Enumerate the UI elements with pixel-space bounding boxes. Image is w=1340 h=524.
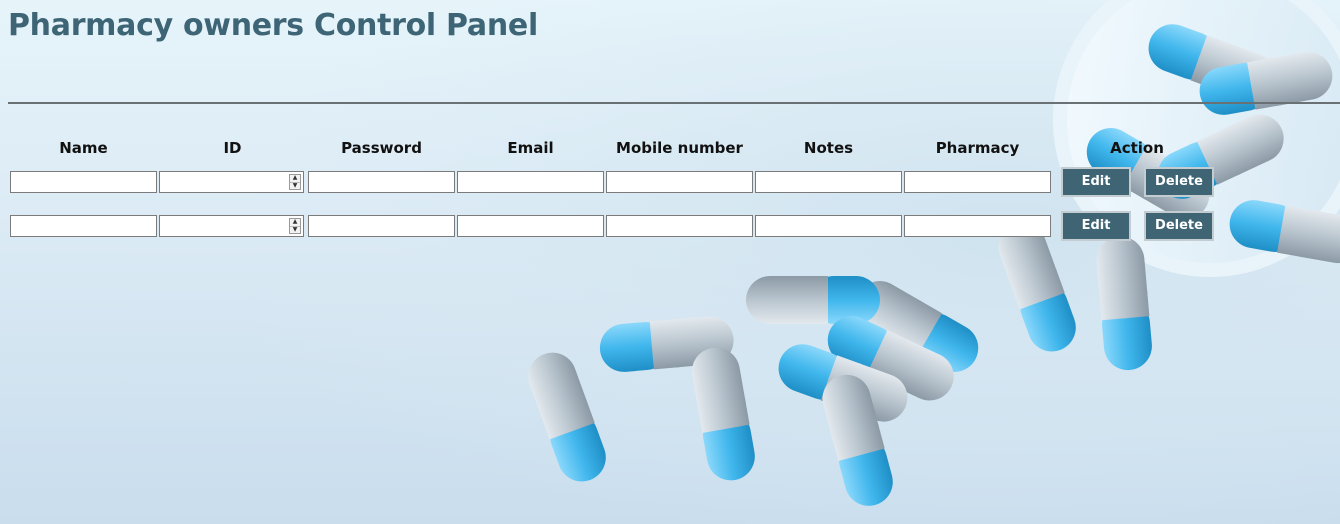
column-header-id: ID	[223, 139, 242, 157]
column-header-pharmacy: Pharmacy	[935, 139, 1020, 157]
notes-input[interactable]	[755, 215, 902, 237]
spin-down-icon[interactable]: ▼	[290, 225, 300, 234]
email-input[interactable]	[457, 215, 604, 237]
column-header-mobile-number: Mobile number	[616, 139, 743, 157]
id-spinner[interactable]: ▲ ▼	[289, 174, 301, 190]
delete-button[interactable]: Delete	[1144, 211, 1214, 241]
name-input[interactable]	[10, 215, 157, 237]
pharmacy-input[interactable]	[904, 215, 1051, 237]
background-capsules-image	[0, 0, 1340, 524]
table-header-row: Name ID Password Email Mobile number Not…	[10, 136, 1221, 160]
column-header-name: Name	[59, 139, 108, 157]
column-header-email: Email	[507, 139, 554, 157]
id-number-input[interactable]: ▲ ▼	[159, 171, 304, 193]
name-input[interactable]	[10, 171, 157, 193]
id-number-input[interactable]: ▲ ▼	[159, 215, 304, 237]
owners-table: Name ID Password Email Mobile number Not…	[8, 136, 1223, 248]
column-header-action: Action	[1110, 139, 1164, 157]
title-divider	[8, 102, 1340, 104]
spin-down-icon[interactable]: ▼	[290, 181, 300, 190]
column-header-notes: Notes	[803, 139, 854, 157]
table-row: ▲ ▼ Edit Delete	[10, 204, 1221, 248]
pharmacy-input[interactable]	[904, 171, 1051, 193]
edit-button[interactable]: Edit	[1061, 211, 1131, 241]
delete-button[interactable]: Delete	[1144, 167, 1214, 197]
edit-button[interactable]: Edit	[1061, 167, 1131, 197]
email-input[interactable]	[457, 171, 604, 193]
page-title: Pharmacy owners Control Panel	[8, 8, 538, 43]
id-spinner[interactable]: ▲ ▼	[289, 218, 301, 234]
password-input[interactable]	[308, 215, 455, 237]
notes-input[interactable]	[755, 171, 902, 193]
password-input[interactable]	[308, 171, 455, 193]
table-row: ▲ ▼ Edit Delete	[10, 160, 1221, 204]
mobile-number-input[interactable]	[606, 215, 753, 237]
mobile-number-input[interactable]	[606, 171, 753, 193]
column-header-password: Password	[341, 139, 422, 157]
